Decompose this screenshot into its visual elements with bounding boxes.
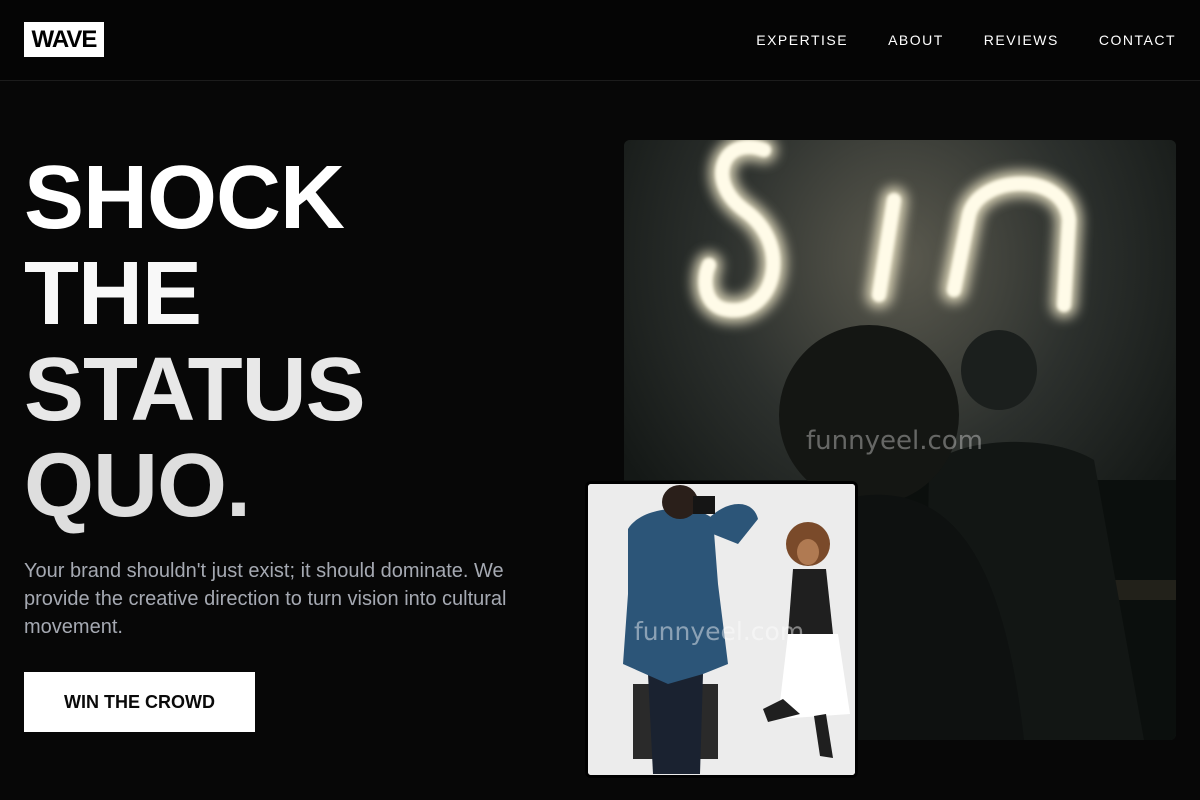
nav-item-about[interactable]: ABOUT [888,31,944,49]
nav-item-expertise[interactable]: EXPERTISE [756,31,848,49]
win-the-crowd-button[interactable]: WIN THE CROWD [24,672,255,732]
hero-title: SHOCK THE STATUS QUO. [24,150,544,534]
hero-title-line: THE [24,244,202,344]
nav-item-reviews[interactable]: REVIEWS [984,31,1059,49]
main-nav: EXPERTISE ABOUT REVIEWS CONTACT [756,31,1176,49]
page: WAVE EXPERTISE ABOUT REVIEWS CONTACT SHO… [0,0,1200,800]
hero-image-photoshoot [585,481,858,778]
nav-item-contact[interactable]: CONTACT [1099,31,1176,49]
hero-title-line: STATUS [24,340,366,440]
hero-title-line: QUO. [24,436,251,536]
hero-title-line: SHOCK [24,148,345,248]
logo[interactable]: WAVE [24,22,104,57]
site-header: WAVE EXPERTISE ABOUT REVIEWS CONTACT [0,0,1200,81]
hero-description: Your brand shouldn't just exist; it shou… [24,560,507,638]
photoshoot-photo [588,484,855,775]
